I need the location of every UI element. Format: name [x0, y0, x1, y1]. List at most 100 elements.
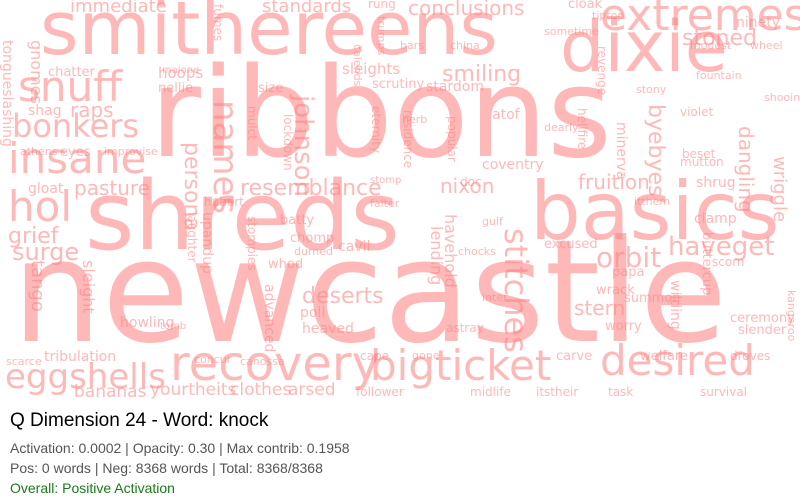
cloud-word: survival [700, 385, 748, 399]
cloud-word: hubert [204, 195, 244, 209]
cloud-word: whod [268, 257, 304, 272]
cloud-word: tongueslashing [0, 40, 15, 147]
cloud-word: durned [294, 245, 334, 258]
cloud-word: dearly [544, 121, 579, 134]
cloud-word: laughter [185, 212, 199, 263]
cloud-word: bananas [74, 382, 147, 402]
cloud-word: clamp [694, 211, 737, 227]
cloud-word: kangaroo [785, 290, 798, 342]
cloud-word: buttercup [699, 232, 714, 296]
cloud-word: violet [680, 105, 714, 119]
cloud-word: dangling [734, 126, 758, 213]
cloud-word: coventry [482, 157, 544, 173]
cloud-word: worry [605, 319, 642, 334]
cloud-word: slender [738, 323, 787, 338]
cloud-word: stardom [426, 79, 484, 95]
cloud-word: nellie [158, 81, 194, 96]
cloud-word: shag [28, 103, 62, 119]
cloud-word: canossa [240, 355, 285, 368]
cloud-word: stomp [370, 175, 402, 186]
cloud-word: advanced [261, 284, 277, 353]
cloud-word: china [450, 39, 480, 52]
cloud-word: midlife [470, 385, 511, 399]
cloud-word: cavil [338, 239, 371, 255]
cloud-word: falter [370, 197, 400, 210]
cloud-word: gloat [28, 181, 64, 197]
cloud-word: task [608, 385, 634, 399]
cloud-word: shrug [696, 175, 736, 191]
cloud-word: carve [556, 349, 593, 364]
cloud-word: pasture [74, 176, 150, 200]
cloud-word: ninety [736, 15, 781, 31]
cloud-word: arsed [288, 380, 336, 400]
cloud-word: wrack [596, 283, 635, 298]
cloud-word: upandup [199, 212, 215, 274]
cloud-word: havehold [441, 214, 460, 288]
cloud-word: herb [402, 113, 428, 126]
cloud-word: concur [194, 353, 232, 366]
cloud-word: batty [280, 213, 315, 228]
cloud-word: mutton [680, 155, 724, 169]
cloud-word: stern [574, 296, 626, 320]
cloud-word: standards [262, 0, 352, 17]
cloud-word: conclusions [408, 0, 525, 20]
cloud-word: fountain [696, 69, 742, 82]
cloud-word: tribulation [44, 349, 117, 365]
cloud-word: wriggle [769, 156, 790, 223]
cloud-word: grief [8, 224, 59, 249]
cloud-word: wheel [750, 39, 783, 52]
cloud-word: heaved [302, 321, 354, 337]
cloud-word: chatter [48, 65, 95, 80]
cloud-word: sleight [79, 260, 98, 314]
cloud-word: welfare [640, 349, 688, 364]
cloud-word: yourtheits [150, 380, 237, 400]
cloud-word: stony [636, 83, 667, 96]
cloud-word: scarce [6, 355, 42, 368]
word-count-stats: Pos: 0 words | Neg: 8368 words | Total: … [10, 460, 323, 476]
cloud-word: stompies [245, 216, 259, 271]
cloud-word: tiptop [592, 9, 625, 22]
cloud-word: scrutiny [372, 77, 425, 92]
chart-title: Q Dimension 24 - Word: knock [10, 410, 269, 431]
cloud-word: gulf [482, 215, 503, 228]
word-cloud: newcastle ribbons shreds smithereens basics d… [0, 0, 800, 405]
cloud-word: mulct [245, 106, 259, 140]
cloud-word: sometime [544, 25, 599, 38]
activation-stats: Activation: 0.0002 | Opacity: 0.30 | Max… [10, 440, 350, 456]
cloud-word: revenge [595, 46, 609, 96]
cloud-word: size [258, 81, 284, 96]
cloud-word: byebyes [643, 104, 668, 197]
cloud-word: lockdown [281, 114, 295, 171]
cloud-word: gone [412, 349, 440, 362]
cloud-word: raps [70, 98, 114, 122]
cloud-word: wilding [667, 280, 683, 330]
cloud-word: tomb [160, 321, 187, 332]
cloud-word: gnomes [27, 40, 46, 104]
cloud-word: itstheir [536, 385, 579, 399]
cloud-word: papa [612, 265, 645, 280]
cloud-word: chomp [290, 231, 335, 246]
cloud-word: clothes [230, 380, 292, 400]
cloud-word: rung [368, 0, 396, 11]
cloud-word: malone [162, 65, 200, 76]
cloud-word: chocks [458, 245, 496, 258]
cloud-word: eyes [60, 145, 91, 160]
cloud-word: droves [730, 349, 771, 363]
cloud-word: immediate [70, 0, 167, 17]
cloud-word: shooin [764, 91, 800, 104]
cloud-word: trumps [375, 16, 388, 56]
overall-activation-label: Overall: Positive Activation [10, 480, 175, 496]
cloud-word: eternity [369, 106, 383, 153]
cloud-word: athens [20, 145, 58, 158]
cloud-word: poll [300, 305, 326, 321]
cloud-word: minerva [613, 122, 629, 180]
cloud-word: improvise [104, 145, 158, 158]
cloud-word: popular [445, 116, 459, 162]
cloud-word: calends [351, 44, 364, 87]
cloud-word: follower [356, 385, 404, 399]
cloud-word: fumes [211, 4, 225, 42]
cloud-word: modest [690, 39, 732, 52]
cloud-word: atof [492, 107, 520, 123]
cloud-word: tango [27, 260, 48, 312]
cloud-word: astray [446, 321, 484, 335]
